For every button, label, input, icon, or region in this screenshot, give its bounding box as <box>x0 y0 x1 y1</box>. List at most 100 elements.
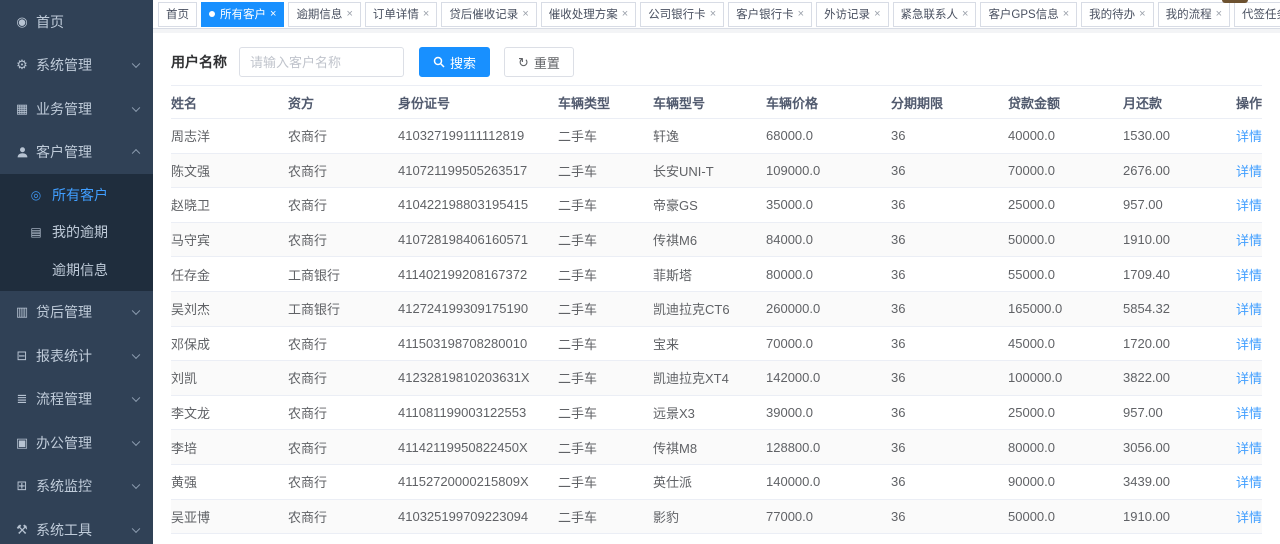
sidebar-item[interactable]: ▣办公管理 <box>0 421 153 465</box>
detail-link[interactable]: 详情 <box>1236 164 1262 179</box>
detail-link[interactable]: 详情 <box>1236 198 1262 213</box>
main-area: 首页所有客户×逾期信息×订单详情×贷后催收记录×催收处理方案×公司银行卡×客户银… <box>153 0 1280 544</box>
detail-link[interactable]: 详情 <box>1236 233 1262 248</box>
sidebar-subitem[interactable]: ◎所有客户 <box>0 176 153 214</box>
col-header: 车辆价格 <box>766 86 891 119</box>
cell-loan: 100000.0 <box>1008 361 1123 396</box>
tab[interactable]: 代签任务× <box>1234 2 1280 27</box>
sidebar-item-label: 系统管理 <box>36 55 92 75</box>
tab-close-icon[interactable]: × <box>1216 9 1222 20</box>
sidebar-subitem[interactable]: ▤我的逾期 <box>0 214 153 252</box>
flow-icon: ≣ <box>14 391 30 407</box>
tab[interactable]: 紧急联系人× <box>893 2 977 27</box>
cell-funder: 工商银行 <box>288 291 398 326</box>
tab[interactable]: 我的流程× <box>1158 2 1230 27</box>
tab-label: 紧急联系人 <box>901 6 959 22</box>
cell-funder: 农商行 <box>288 430 398 465</box>
tab-close-icon[interactable]: × <box>1139 9 1145 20</box>
sidebar-item[interactable]: ⚙系统管理 <box>0 44 153 88</box>
cell-name: 马守宾 <box>171 222 288 257</box>
sidebar-item-label: 系统工具 <box>36 520 92 540</box>
sidebar-item[interactable]: ▦业务管理 <box>0 87 153 131</box>
detail-link[interactable]: 详情 <box>1236 475 1262 490</box>
detail-link[interactable]: 详情 <box>1236 510 1262 525</box>
tab-close-icon[interactable]: × <box>622 9 628 20</box>
cell-funder: 农商行 <box>288 153 398 188</box>
cell-term: 36 <box>891 464 1008 499</box>
sidebar-item[interactable]: ◉首页 <box>0 0 153 44</box>
reset-button[interactable]: ↻ 重置 <box>504 47 574 77</box>
tab[interactable]: 贷后催收记录× <box>441 2 536 27</box>
col-header: 资方 <box>288 86 398 119</box>
cell-price: 70000.0 <box>766 326 891 361</box>
cell-name: 吴刘杰 <box>171 291 288 326</box>
cell-price: 128800.0 <box>766 430 891 465</box>
chevron-down-icon <box>132 350 140 358</box>
sidebar-item[interactable]: 客户管理 <box>0 131 153 175</box>
tab[interactable]: 外访记录 × <box>816 2 888 27</box>
cell-vehicle-model <box>653 534 766 544</box>
tab[interactable]: 客户GPS信息× <box>980 2 1077 27</box>
sidebar-item-label: 系统监控 <box>36 476 92 496</box>
detail-link[interactable]: 详情 <box>1236 268 1262 283</box>
sidebar-subitem[interactable]: 逾期信息 <box>0 251 153 289</box>
sidebar-item[interactable]: ▥贷后管理 <box>0 291 153 335</box>
monitor-icon: ⊞ <box>14 478 30 494</box>
cell-funder: 农商行 <box>288 326 398 361</box>
detail-link[interactable]: 详情 <box>1236 371 1262 386</box>
tab-label: 逾期信息 <box>296 6 342 22</box>
col-header: 姓名 <box>171 86 288 119</box>
cell-term: 36 <box>891 153 1008 188</box>
search-button-label: 搜索 <box>450 53 476 72</box>
sidebar-item[interactable]: ⊟报表统计 <box>0 334 153 378</box>
tab-close-icon[interactable]: × <box>710 9 716 20</box>
tab-close-icon[interactable]: × <box>962 9 968 20</box>
sidebar-item[interactable]: ≣流程管理 <box>0 378 153 422</box>
tab-close-icon[interactable]: × <box>270 9 276 20</box>
col-header: 车辆类型 <box>558 86 653 119</box>
detail-link[interactable]: 详情 <box>1236 129 1262 144</box>
tab-close-icon[interactable]: × <box>423 9 429 20</box>
detail-link[interactable]: 详情 <box>1236 441 1262 456</box>
tab-close-icon[interactable]: × <box>346 9 352 20</box>
chevron-down-icon <box>132 481 140 489</box>
tab[interactable]: 公司银行卡× <box>640 2 724 27</box>
tab-label: 外访记录 <box>824 6 870 22</box>
search-button[interactable]: 搜索 <box>419 47 490 77</box>
cell-term: 36 <box>891 291 1008 326</box>
tab[interactable]: 首页 <box>158 2 197 27</box>
cell-action: 详情 <box>1218 188 1262 223</box>
tab[interactable]: 订单详情× <box>365 2 437 27</box>
detail-link[interactable]: 详情 <box>1236 337 1262 352</box>
cell-price: 84000.0 <box>766 222 891 257</box>
table-row: 陈文强农商行410721199505263517二手车长安UNI-T109000… <box>171 153 1262 188</box>
tab[interactable]: 所有客户× <box>201 2 284 27</box>
cell-action: 详情 <box>1218 222 1262 257</box>
cell-monthly: 957.00 <box>1123 188 1218 223</box>
cell-funder: 工商银行 <box>288 257 398 292</box>
tab[interactable]: 我的待办× <box>1081 2 1153 27</box>
tab-close-icon[interactable]: × <box>798 9 804 20</box>
detail-link[interactable]: 详情 <box>1236 302 1262 317</box>
sidebar-item[interactable]: ⊞ 系统监控 <box>0 465 153 509</box>
sidebar-menu: ◉首页⚙系统管理▦业务管理客户管理◎所有客户▤我的逾期逾期信息▥贷后管理⊟报表统… <box>0 0 153 544</box>
chevron-down-icon <box>132 60 140 68</box>
tab[interactable]: 催收处理方案× <box>541 2 636 27</box>
cell-vehicle-type: 二手车 <box>558 119 653 154</box>
cell-vehicle-model: 长安UNI-T <box>653 153 766 188</box>
tab[interactable]: 逾期信息 × <box>288 2 360 27</box>
tab-close-icon[interactable]: × <box>522 9 528 20</box>
cell-loan: 55000.0 <box>1008 257 1123 292</box>
cell-funder: 农商行 <box>288 361 398 396</box>
tab[interactable]: 客户银行卡× <box>728 2 812 27</box>
sidebar-item[interactable]: ⚒系统工具 <box>0 508 153 544</box>
cell-term: 36 <box>891 257 1008 292</box>
customers-table: 姓名资方身份证号车辆类型车辆型号车辆价格分期期限贷款金额月还款操作 周志洋农商行… <box>171 85 1262 544</box>
tab-close-icon[interactable]: × <box>874 9 880 20</box>
tab-close-icon[interactable]: × <box>1063 9 1069 20</box>
cell-vehicle-type: 二手车 <box>558 222 653 257</box>
cell-id-number: 41232819810203631X <box>398 361 558 396</box>
customer-name-input[interactable] <box>239 47 404 77</box>
detail-link[interactable]: 详情 <box>1236 406 1262 421</box>
cell-funder: 农商行 <box>288 534 398 544</box>
